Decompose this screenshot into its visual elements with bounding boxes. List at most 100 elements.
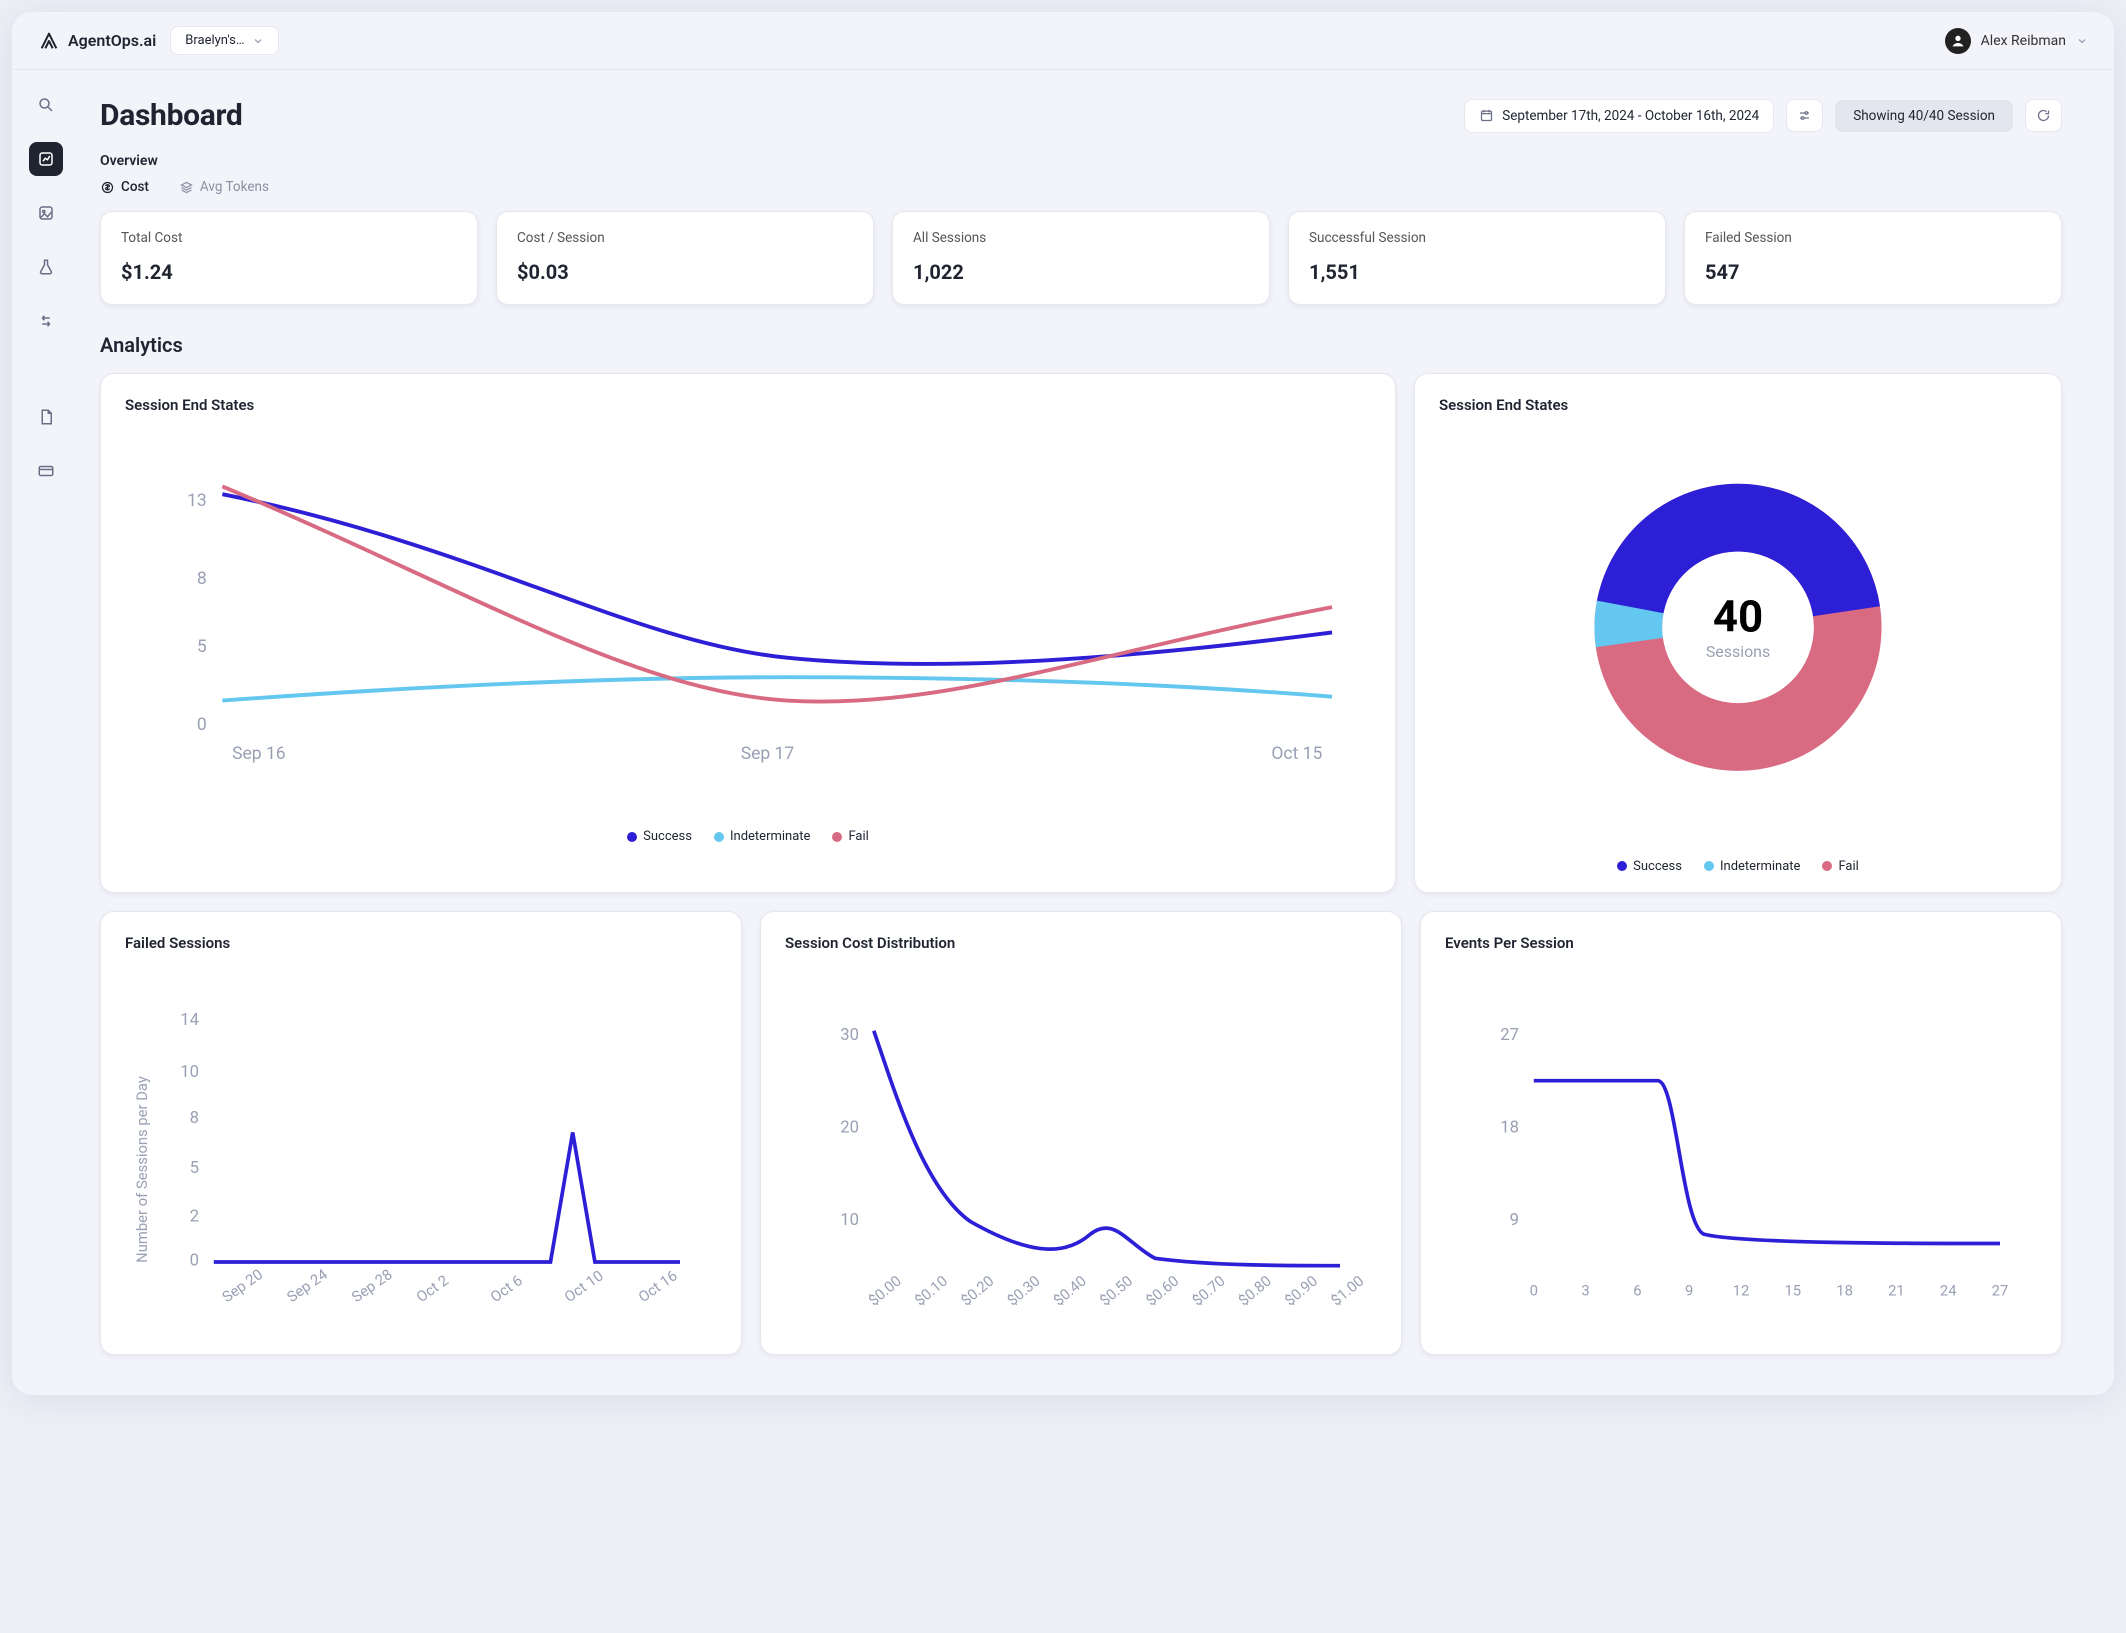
svg-text:0: 0 (1530, 1281, 1538, 1299)
y-tick: 13 (187, 491, 207, 511)
svg-text:Oct 6: Oct 6 (487, 1271, 526, 1306)
refresh-button[interactable] (2025, 99, 2062, 132)
panel-failed-sessions: Failed Sessions Number of Sessions per D… (100, 911, 742, 1355)
overview-tabs: Cost Avg Tokens (100, 179, 2062, 199)
card-failed-session: Failed Session 547 (1684, 211, 2062, 305)
series-fail (222, 486, 1332, 701)
donut-center-sub: Sessions (1706, 642, 1770, 661)
chart-title: Failed Sessions (125, 934, 717, 952)
svg-text:12: 12 (1733, 1281, 1750, 1299)
card-value: $1.24 (121, 260, 457, 284)
svg-text:Oct 2: Oct 2 (413, 1271, 452, 1306)
tab-cost-label: Cost (121, 179, 149, 195)
legend-success: Success (1617, 859, 1682, 874)
series-cost (874, 1030, 1340, 1265)
y-tick: 14 (180, 1011, 199, 1030)
user-menu[interactable]: Alex Reibman (1945, 28, 2088, 54)
panel-events-per-session: Events Per Session 27 18 9 0 3 6 9 (1420, 911, 2062, 1355)
calendar-icon (1479, 108, 1494, 123)
chevron-down-icon (252, 35, 264, 47)
svg-text:$0.10: $0.10 (911, 1271, 951, 1309)
svg-text:$0.00: $0.00 (865, 1271, 905, 1309)
y-tick: 5 (190, 1159, 199, 1178)
chart-session-end-states-line: 13 8 5 0 Sep 16 Sep 17 Oct 15 (125, 428, 1371, 817)
panel-cost-distribution: Session Cost Distribution 30 20 10 $0.00… (760, 911, 1402, 1355)
svg-text:$0.50: $0.50 (1096, 1271, 1136, 1309)
y-tick: 8 (197, 569, 207, 589)
tab-cost[interactable]: Cost (100, 179, 149, 199)
sidebar-item-experiments[interactable] (29, 250, 63, 284)
x-tick: Sep 17 (741, 744, 795, 764)
svg-text:15: 15 (1784, 1281, 1801, 1299)
series-success (222, 494, 1332, 664)
y-tick: 27 (1500, 1026, 1519, 1045)
sidebar-item-gallery[interactable] (29, 196, 63, 230)
page-header: Dashboard September 17th, 2024 - October… (100, 98, 2062, 133)
x-axis: 0 3 6 9 12 15 18 21 24 27 (1530, 1281, 2009, 1299)
svg-text:24: 24 (1940, 1281, 1957, 1299)
flask-icon (37, 258, 55, 276)
chart-title: Session End States (125, 396, 1371, 414)
session-count-text: Showing 40/40 Session (1853, 108, 1995, 124)
sliders-icon (1797, 108, 1812, 123)
y-tick: 20 (840, 1118, 859, 1137)
brand-name: AgentOps.ai (68, 31, 156, 50)
sidebar-item-docs[interactable] (29, 400, 63, 434)
legend-fail: Fail (832, 829, 868, 844)
chart-session-end-states-donut: 40 Sessions (1439, 428, 2037, 847)
series-events (1534, 1080, 2000, 1243)
svg-text:Sep 28: Sep 28 (348, 1265, 395, 1306)
legend-indeterminate: Indeterminate (714, 829, 810, 844)
panel-session-end-states-line: Session End States 13 8 5 0 (100, 373, 1396, 893)
brand-logo: AgentOps.ai (38, 30, 156, 52)
date-range-picker[interactable]: September 17th, 2024 - October 16th, 202… (1464, 99, 1774, 133)
y-tick: 2 (190, 1207, 199, 1226)
workspace-selector[interactable]: Braelyn's… (170, 26, 279, 55)
panel-session-end-states-donut: Session End States 40 Sessions (1414, 373, 2062, 893)
series-failed (214, 1132, 680, 1262)
filter-button[interactable] (1786, 99, 1823, 132)
card-label: Successful Session (1309, 230, 1645, 246)
stack-icon (179, 180, 194, 195)
refresh-icon (2036, 108, 2051, 123)
chevron-down-icon (2076, 35, 2088, 47)
svg-text:$0.60: $0.60 (1142, 1271, 1182, 1309)
card-value: 547 (1705, 260, 2041, 284)
card-label: Failed Session (1705, 230, 2041, 246)
avatar (1945, 28, 1971, 54)
brand-mark-icon (38, 30, 60, 52)
svg-text:9: 9 (1685, 1281, 1693, 1299)
workspace-label: Braelyn's… (185, 33, 244, 48)
sidebar-item-compare[interactable] (29, 304, 63, 338)
x-tick: Oct 15 (1271, 744, 1322, 764)
chart-title: Session End States (1439, 396, 2037, 414)
user-icon (1950, 33, 1966, 49)
card-label: Cost / Session (517, 230, 853, 246)
svg-text:$1.00: $1.00 (1327, 1271, 1367, 1309)
chart-legend: Success Indeterminate Fail (125, 829, 1371, 844)
svg-text:$0.20: $0.20 (957, 1271, 997, 1309)
chart-title: Session Cost Distribution (785, 934, 1377, 952)
overview-cards: Total Cost $1.24 Cost / Session $0.03 Al… (100, 211, 2062, 305)
sidebar (12, 70, 80, 1395)
x-tick: Sep 16 (232, 744, 286, 764)
tab-avg-tokens-label: Avg Tokens (200, 179, 269, 195)
card-value: 1,551 (1309, 260, 1645, 284)
sidebar-item-dashboard[interactable] (29, 142, 63, 176)
legend-success: Success (627, 829, 692, 844)
card-total-cost: Total Cost $1.24 (100, 211, 478, 305)
chart-title: Events Per Session (1445, 934, 2037, 952)
svg-text:Oct 10: Oct 10 (561, 1266, 607, 1305)
sidebar-item-billing[interactable] (29, 454, 63, 488)
svg-text:$0.70: $0.70 (1189, 1271, 1229, 1309)
chart-events-per-session: 27 18 9 0 3 6 9 12 15 18 (1445, 966, 2037, 1336)
legend-fail: Fail (1822, 859, 1858, 874)
search-icon (37, 96, 55, 114)
svg-text:21: 21 (1888, 1281, 1905, 1299)
file-icon (37, 408, 55, 426)
svg-text:3: 3 (1581, 1281, 1589, 1299)
sidebar-item-search[interactable] (29, 88, 63, 122)
tab-avg-tokens[interactable]: Avg Tokens (179, 179, 269, 199)
chart-failed-sessions: Number of Sessions per Day 14 10 8 5 2 0… (125, 966, 717, 1336)
svg-text:$0.40: $0.40 (1050, 1271, 1090, 1309)
